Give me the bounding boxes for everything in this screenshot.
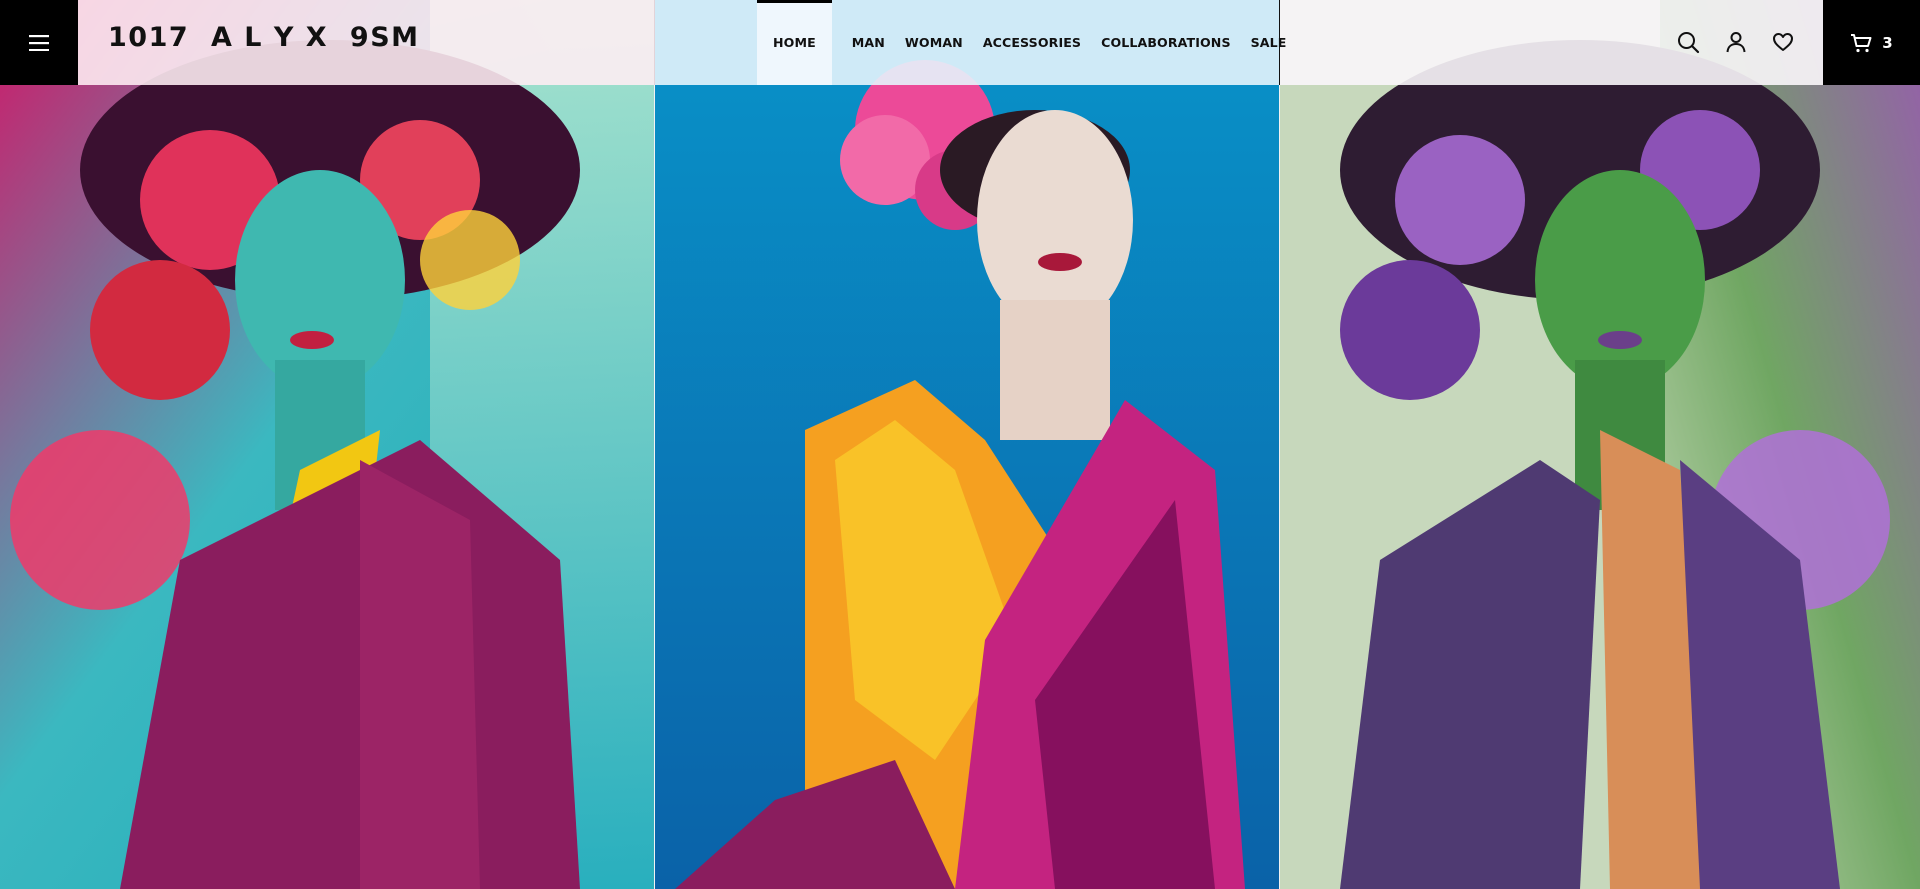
main-navigation: HOME MAN WOMAN ACCESSORIES COLLABORATION… xyxy=(757,0,1296,85)
site-header: 1017 A L Y X 9SM HOME MAN WOMAN ACCESSOR… xyxy=(0,0,1920,85)
search-button[interactable] xyxy=(1671,25,1705,59)
nav-item-collaborations[interactable]: COLLABORATIONS xyxy=(1091,0,1241,85)
nav-item-home[interactable]: HOME xyxy=(757,0,832,85)
nav-item-sale[interactable]: SALE xyxy=(1241,0,1297,85)
wishlist-heart-icon xyxy=(1773,33,1793,51)
hero-image-center[interactable] xyxy=(655,0,1279,889)
nav-item-man[interactable]: MAN xyxy=(842,0,895,85)
menu-icon xyxy=(29,34,49,51)
cart-count-badge: 3 xyxy=(1882,33,1893,52)
brand-logo[interactable]: 1017 A L Y X 9SM xyxy=(108,22,420,53)
cart-icon xyxy=(1851,33,1872,52)
account-button[interactable] xyxy=(1719,25,1753,59)
hero-image-right[interactable] xyxy=(1280,0,1920,889)
search-icon xyxy=(1678,32,1700,54)
cart-button[interactable]: 3 xyxy=(1823,0,1920,85)
account-icon xyxy=(1726,32,1746,53)
menu-button[interactable] xyxy=(0,0,78,85)
nav-item-accessories[interactable]: ACCESSORIES xyxy=(973,0,1091,85)
nav-item-woman[interactable]: WOMAN xyxy=(895,0,973,85)
hero-image-left[interactable] xyxy=(0,0,654,889)
wishlist-button[interactable] xyxy=(1766,25,1800,59)
